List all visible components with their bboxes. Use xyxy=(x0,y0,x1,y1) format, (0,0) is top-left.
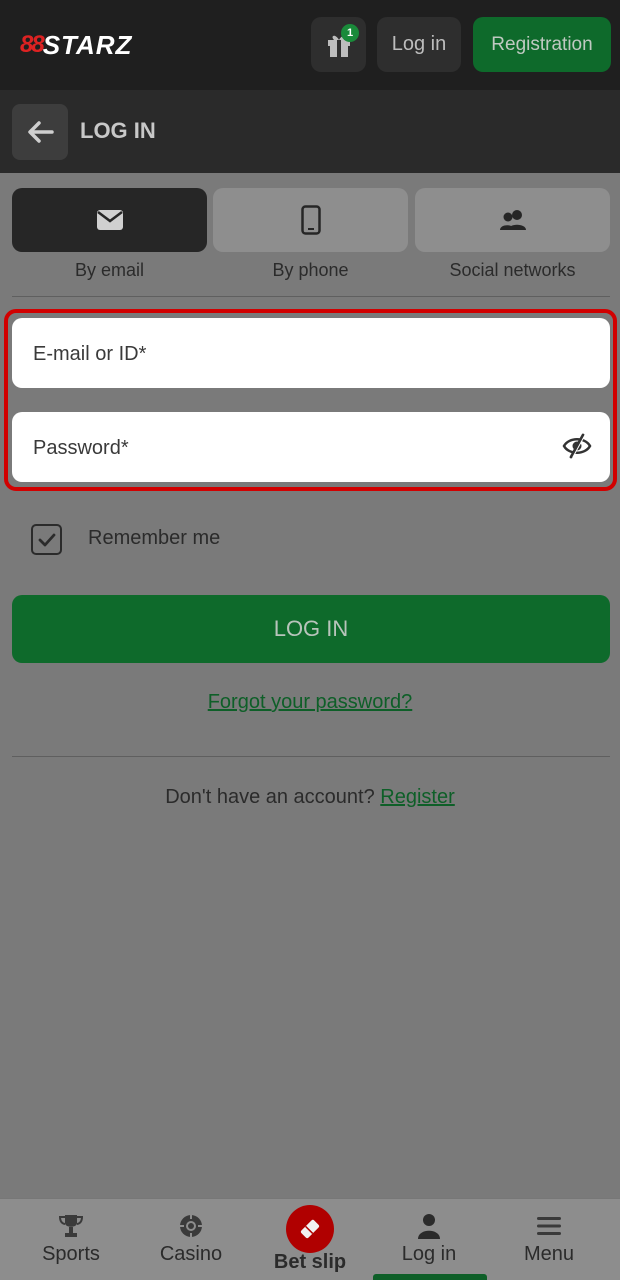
divider xyxy=(12,296,610,297)
envelope-icon xyxy=(96,210,123,230)
nav-label-bet-slip[interactable]: Bet slip xyxy=(250,1251,370,1274)
eye-slash-icon[interactable] xyxy=(562,432,592,460)
users-icon xyxy=(499,210,526,230)
logo-mark: 88 xyxy=(20,31,45,58)
nav-login[interactable]: Log in xyxy=(370,1199,488,1280)
tab-by-phone[interactable] xyxy=(213,188,408,252)
email-field[interactable]: E-mail or ID* xyxy=(12,318,610,388)
active-tab-indicator xyxy=(373,1274,487,1280)
no-account-label: Don't have an account? xyxy=(165,786,375,808)
nav-sports[interactable]: Sports xyxy=(12,1199,130,1280)
nav-label-menu: Menu xyxy=(523,1243,575,1265)
header-registration-button[interactable]: Registration xyxy=(473,17,611,72)
checkmark-icon xyxy=(38,533,55,546)
remember-me-label[interactable]: Remember me xyxy=(88,527,220,550)
tab-label-by-phone: By phone xyxy=(272,260,349,280)
back-button[interactable] xyxy=(12,104,68,160)
nav-menu[interactable]: Menu xyxy=(490,1199,608,1280)
bet-slip-button[interactable] xyxy=(286,1205,334,1253)
user-icon xyxy=(418,1214,440,1239)
email-placeholder: E-mail or ID* xyxy=(33,343,147,365)
nav-label-login: Log in xyxy=(401,1243,457,1265)
login-submit-button[interactable]: LOG IN xyxy=(12,595,610,663)
phone-icon xyxy=(300,205,321,235)
page-title: LOG IN xyxy=(80,118,156,143)
gift-button[interactable]: 1 xyxy=(311,17,366,72)
nav-label-casino: Casino xyxy=(159,1243,223,1265)
top-header: 88 STARZ 1 Log in Registration xyxy=(0,0,620,90)
logo-text: STARZ xyxy=(42,29,133,60)
tab-by-email[interactable] xyxy=(12,188,207,252)
tab-label-social-networks: Social networks xyxy=(449,260,576,280)
trophy-icon xyxy=(58,1215,84,1237)
casino-chip-icon xyxy=(180,1215,202,1237)
password-placeholder: Password* xyxy=(33,437,129,459)
divider xyxy=(12,756,610,757)
header-login-button[interactable]: Log in xyxy=(377,17,461,72)
hamburger-icon xyxy=(537,1217,561,1235)
arrow-left-icon xyxy=(28,121,54,143)
brand-logo[interactable]: 88 STARZ xyxy=(20,30,132,60)
password-field[interactable]: Password* xyxy=(12,412,610,482)
gift-count-badge: 1 xyxy=(341,24,359,42)
no-account-text: Don't have an account? Register xyxy=(0,786,620,809)
forgot-password-link[interactable]: Forgot your password? xyxy=(0,691,620,714)
ticket-icon xyxy=(300,1219,320,1239)
page-header: LOG IN xyxy=(0,90,620,173)
nav-label-sports: Sports xyxy=(42,1243,100,1265)
tab-social-networks[interactable] xyxy=(415,188,610,252)
nav-casino[interactable]: Casino xyxy=(132,1199,250,1280)
register-link[interactable]: Register xyxy=(380,786,454,808)
remember-me-checkbox[interactable] xyxy=(31,524,62,555)
tab-label-by-email: By email xyxy=(74,260,145,280)
